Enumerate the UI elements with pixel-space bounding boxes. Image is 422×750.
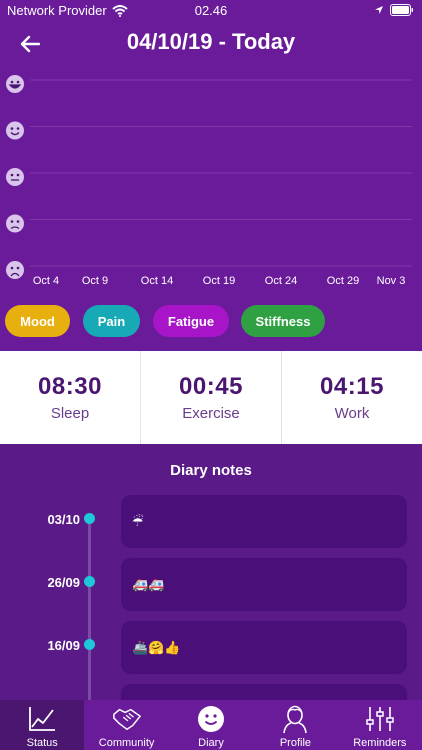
handshake-icon <box>112 704 142 734</box>
smiley-icon <box>196 704 226 734</box>
diary-title: Diary notes <box>170 462 252 479</box>
diary-entry: 03/10 ☔ <box>0 495 422 548</box>
stat-sleep[interactable]: 08:30 Sleep <box>0 351 141 444</box>
battery-icon <box>390 4 413 16</box>
face-smile-icon <box>6 121 24 140</box>
face-sad-icon <box>6 214 24 233</box>
filter-mood[interactable]: Mood <box>5 305 70 337</box>
status-bar: Network Provider 02.46 <box>0 0 422 22</box>
tab-community-label: Community <box>98 737 155 749</box>
diary-entry-card[interactable]: 🚢🤗👍 <box>121 621 407 674</box>
x-tick-label: Oct 4 <box>33 275 59 287</box>
diary-section: Diary notes 03/10 ☔ 26/09 🚑🚑 16/09 🚢🤗👍 <box>0 444 422 700</box>
stat-exercise[interactable]: 00:45 Exercise <box>141 351 282 444</box>
stat-exercise-value: 00:45 <box>179 373 243 400</box>
face-very-sad-icon <box>6 261 24 279</box>
status-right <box>374 4 414 16</box>
diary-entry-card[interactable]: ☔ <box>121 495 407 548</box>
filter-mood-label: Mood <box>20 313 55 329</box>
diary-entry-card[interactable] <box>121 684 407 700</box>
tab-status-label: Status <box>26 737 58 749</box>
diary-entry-date: 03/10 <box>47 512 80 527</box>
header: 04/10/19 - Today <box>0 22 422 64</box>
face-happy-icon <box>6 75 24 93</box>
stat-work[interactable]: 04:15 Work <box>282 351 422 444</box>
tab-diary-label: Diary <box>198 737 224 749</box>
diary-entry-note: ☔ <box>132 513 144 529</box>
filter-stiffness-label: Stiffness <box>255 313 311 329</box>
tab-status[interactable]: Status <box>0 700 85 750</box>
filter-pain[interactable]: Pain <box>83 305 140 337</box>
diary-entry <box>0 684 422 700</box>
location-icon <box>375 6 383 14</box>
filter-fatigue-label: Fatigue <box>167 313 215 329</box>
tab-reminders[interactable]: Reminders <box>338 700 422 750</box>
stat-work-value: 04:15 <box>320 373 384 400</box>
symptom-chart: Oct 4 Oct 9 Oct 14 Oct 19 Oct 24 Oct 29 Nov 3 <box>0 64 422 294</box>
filter-fatigue[interactable]: Fatigue <box>153 305 229 337</box>
tab-profile-label: Profile <box>279 737 312 749</box>
timeline-dot <box>84 576 95 587</box>
page-title: 04/10/19 - Today <box>126 29 296 54</box>
stat-sleep-value: 08:30 <box>38 373 102 400</box>
x-tick-label: Oct 9 <box>82 275 108 287</box>
stat-exercise-label: Exercise <box>182 405 240 422</box>
chart-icon <box>27 704 57 734</box>
person-icon <box>280 704 310 734</box>
diary-entry-note: 🚑🚑 <box>132 576 165 592</box>
diary-entry-card[interactable]: 🚑🚑 <box>121 558 407 611</box>
filter-chips: Mood Pain Fatigue Stiffness <box>0 305 422 337</box>
x-tick-label: Oct 19 <box>203 275 235 287</box>
tab-diary[interactable]: Diary <box>169 700 253 750</box>
x-tick-label: Oct 14 <box>141 275 173 287</box>
filter-stiffness[interactable]: Stiffness <box>241 305 325 337</box>
x-tick-label: Oct 29 <box>327 275 359 287</box>
face-neutral-icon <box>6 168 24 186</box>
sliders-icon <box>365 704 395 734</box>
timeline-dot <box>84 513 95 524</box>
chart-svg: Oct 4 Oct 9 Oct 14 Oct 19 Oct 24 Oct 29 Nov 3 <box>6 75 412 287</box>
diary-entry-date: 16/09 <box>47 638 80 653</box>
tab-reminders-label: Reminders <box>353 737 407 749</box>
tab-community[interactable]: Community <box>84 700 168 750</box>
timeline-dot <box>84 639 95 650</box>
x-tick-label: Oct 24 <box>265 275 297 287</box>
tab-bar: Status Community Diary Profile Reminders <box>0 700 422 750</box>
diary-entry-note: 🚢🤗👍 <box>132 639 181 655</box>
filter-pain-label: Pain <box>97 313 126 329</box>
diary-entry: 26/09 🚑🚑 <box>0 558 422 611</box>
x-tick-label: Nov 3 <box>377 275 406 287</box>
tab-profile[interactable]: Profile <box>253 700 337 750</box>
stat-sleep-label: Sleep <box>50 405 90 422</box>
diary-entry: 16/09 🚢🤗👍 <box>0 621 422 674</box>
clock: 02.46 <box>194 3 228 18</box>
daily-stats: 08:30 Sleep 00:45 Exercise 04:15 Work <box>0 351 422 444</box>
stat-work-label: Work <box>334 405 370 422</box>
diary-entry-date: 26/09 <box>47 575 80 590</box>
